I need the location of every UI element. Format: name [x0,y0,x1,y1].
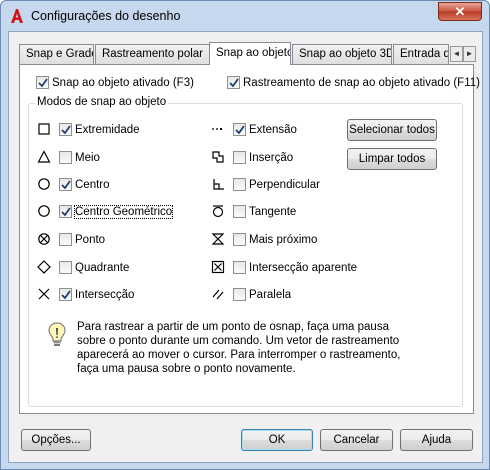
checkbox-box[interactable] [36,76,49,89]
mode-paralela-checkbox[interactable]: Paralela [233,288,291,301]
check-icon [234,124,245,134]
options-button[interactable]: Opções... [21,429,91,451]
mode-ponto-checkbox[interactable]: Ponto [59,233,105,246]
dialog-client: Snap e Grade Rastreamento polar Snap ao … [8,31,483,463]
mode-interseccao-checkbox[interactable]: Intersecção [59,288,134,301]
midpoint-icon [37,150,51,164]
tab-rastreamento-polar[interactable]: Rastreamento polar [95,44,210,64]
mode-extensao-checkbox[interactable]: Extensão [233,123,297,136]
mode-label: Ponto [75,233,106,246]
group-label: Modos de snap ao objeto [35,96,169,108]
tracking-on-label: Rastreamento de snap ao objeto ativado (… [243,76,480,89]
mode-label: Centro Geométrico [73,204,174,219]
mode-label: Extensão [249,123,297,136]
intersection-icon [37,287,51,301]
mode-label: Extremidade [75,123,140,136]
mode-extremidade-checkbox[interactable]: Extremidade [59,123,140,136]
close-button[interactable]: ✕ [438,2,482,21]
tab-snap-grade[interactable]: Snap e Grade [19,44,94,64]
mode-meio-checkbox[interactable]: Meio [59,151,100,164]
tracking-info-text: Para rastrear a partir de um ponto de os… [77,321,401,375]
mode-label: Centro [75,178,110,191]
check-icon [60,124,71,134]
checkbox-box[interactable] [233,178,246,191]
checkbox-box[interactable] [233,261,246,274]
mode-label: Perpendicular [249,178,320,191]
checkbox-box[interactable] [233,151,246,164]
tab-entrada-dinamica[interactable]: Entrada din [393,44,449,64]
select-all-button[interactable]: Selecionar todos [347,119,437,141]
tab-strip: Snap e Grade Rastreamento polar Snap ao … [19,42,476,65]
tab-snap-ao-objeto-3d[interactable]: Snap ao objeto 3D [292,44,392,64]
mode-mais-proximo-checkbox[interactable]: Mais próximo [233,233,317,246]
check-icon [60,289,71,299]
quadrant-icon [37,260,51,274]
parallel-icon [211,287,225,301]
window-title: Configurações do desenho [31,9,181,23]
endpoint-icon [37,122,51,136]
lightbulb-icon [48,322,66,346]
insertion-icon [211,150,225,164]
mode-label: Intersecção aparente [249,261,358,274]
check-icon [60,179,71,189]
tab-scroll-right-icon[interactable]: ► [463,46,476,62]
tab-panel: Snap ao objeto ativado (F3) Rastreamento… [19,64,480,414]
checkbox-box[interactable] [233,123,246,136]
checkbox-box[interactable] [233,205,246,218]
nearest-icon [211,232,225,246]
snap-modes-group: Modos de snap ao objeto Extremidade Meio [28,96,463,407]
mode-quadrante-checkbox[interactable]: Quadrante [59,261,129,274]
checkbox-box[interactable] [59,233,72,246]
center-icon [37,177,51,191]
node-icon [37,232,51,246]
checkbox-box[interactable] [233,233,246,246]
clear-all-button[interactable]: Limpar todos [347,148,437,170]
mode-label: Meio [75,151,100,164]
tangent-icon [211,204,225,218]
checkbox-box[interactable] [59,178,72,191]
snap-on-checkbox[interactable]: Snap ao objeto ativado (F3) [36,76,194,89]
checkbox-box[interactable] [59,205,72,218]
mode-centro-geometrico-checkbox[interactable]: Centro Geométrico [59,204,174,219]
check-icon [60,206,71,216]
mode-label: Quadrante [75,261,130,274]
mode-label: Intersecção [75,288,135,301]
mode-tangente-checkbox[interactable]: Tangente [233,205,296,218]
tab-snap-ao-objeto[interactable]: Snap ao objeto [209,42,291,65]
extension-icon [211,122,225,136]
ok-button[interactable]: OK [241,429,313,451]
geometric-center-icon [37,204,51,218]
mode-insercao-checkbox[interactable]: Inserção [233,151,293,164]
mode-label: Tangente [249,205,297,218]
check-icon [228,77,239,87]
dialog-window: Configurações do desenho ✕ Snap e Grade … [0,0,490,470]
mode-interseccao-aparente-checkbox[interactable]: Intersecção aparente [233,261,357,274]
perpendicular-icon [211,177,225,191]
mode-perpendicular-checkbox[interactable]: Perpendicular [233,178,320,191]
tracking-on-checkbox[interactable]: Rastreamento de snap ao objeto ativado (… [227,76,480,89]
mode-label: Inserção [249,151,294,164]
checkbox-box[interactable] [59,151,72,164]
checkbox-box[interactable] [59,261,72,274]
mode-label: Mais próximo [249,233,318,246]
checkbox-box[interactable] [233,288,246,301]
checkbox-box[interactable] [227,76,240,89]
apparent-intersection-icon [211,260,225,274]
checkbox-box[interactable] [59,288,72,301]
mode-label: Paralela [249,288,292,301]
tab-scroll-left-icon[interactable]: ◄ [450,46,463,62]
check-icon [37,77,48,87]
checkbox-box[interactable] [59,123,72,136]
snap-on-label: Snap ao objeto ativado (F3) [52,76,194,89]
mode-centro-checkbox[interactable]: Centro [59,178,110,191]
autocad-app-icon [11,9,23,23]
title-bar[interactable]: Configurações do desenho ✕ [1,1,489,31]
cancel-button[interactable]: Cancelar [320,429,393,451]
help-button[interactable]: Ajuda [400,429,473,451]
